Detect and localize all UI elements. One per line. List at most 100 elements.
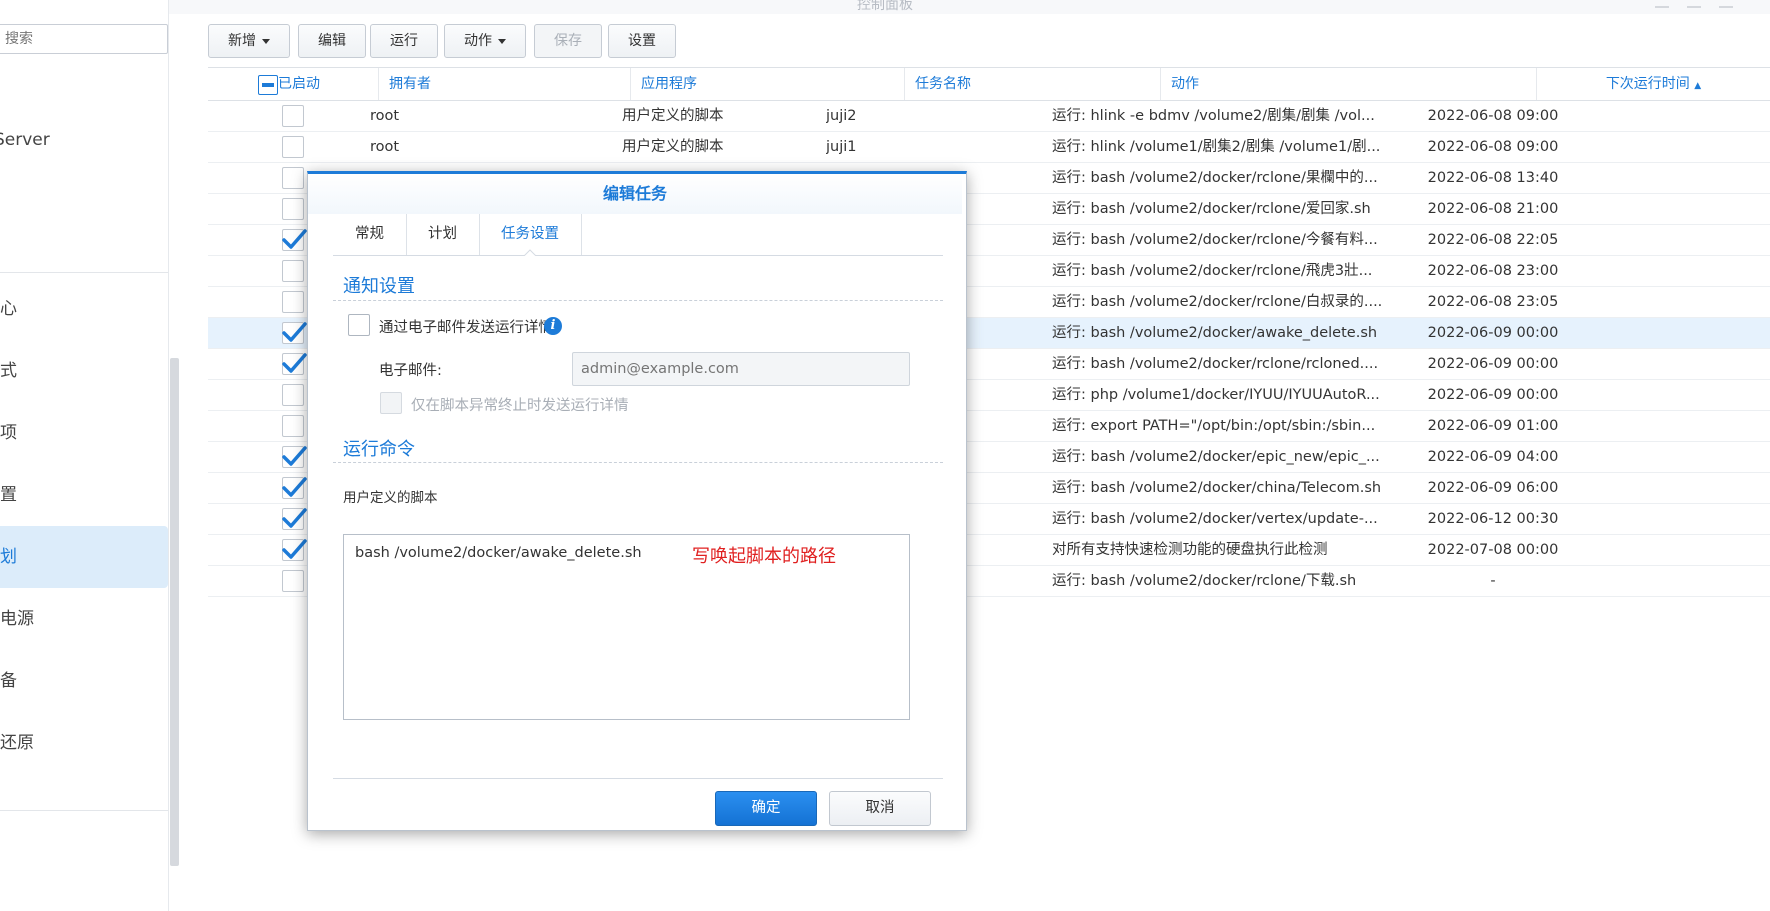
checkmark-icon — [282, 446, 307, 466]
enabled-checkbox[interactable] — [282, 508, 307, 530]
next-run-cell: 2022-06-09 00:00 — [1427, 387, 1559, 403]
next-run-cell: 2022-06-08 22:05 — [1427, 232, 1559, 248]
settings-button[interactable]: 设置 — [608, 24, 676, 58]
save-button[interactable]: 保存 — [534, 24, 602, 58]
action-button[interactable]: 动作 — [444, 24, 526, 58]
info-icon[interactable]: i — [544, 317, 562, 335]
enabled-checkbox[interactable] — [282, 446, 307, 468]
next-run-cell: 2022-06-12 00:30 — [1427, 511, 1559, 527]
tab-schedule[interactable]: 计划 — [406, 214, 480, 255]
add-button[interactable]: 新增 — [208, 24, 290, 58]
sidebar-divider — [0, 272, 168, 273]
sidebar-item-power[interactable]: 电源 — [0, 588, 168, 650]
next-run-cell: 2022-06-08 09:00 — [1427, 108, 1559, 124]
column-action[interactable]: 动作 — [1160, 68, 1536, 100]
sidebar-item-options[interactable]: 项 — [0, 402, 168, 464]
enabled-checkbox[interactable] — [282, 570, 304, 592]
enabled-checkbox[interactable] — [282, 229, 307, 251]
pin-icon[interactable] — [1655, 0, 1669, 8]
dialog-title: 编辑任务 — [308, 174, 962, 214]
enabled-checkbox[interactable] — [282, 136, 304, 158]
table-row[interactable]: root 用户定义的脚本 juji2 运行: hlink -e bdmv /volum… — [208, 101, 1770, 132]
chevron-down-icon — [498, 38, 506, 44]
send-email-checkbox[interactable] — [348, 314, 370, 336]
edit-button-label: 编辑 — [318, 33, 346, 49]
window-title: 控制面板 — [857, 0, 913, 13]
sidebar-item-label: 划 — [0, 547, 17, 567]
enabled-checkbox[interactable] — [282, 260, 304, 282]
checkmark-icon — [282, 229, 307, 249]
column-next-run-label: 下次运行时间 — [1605, 76, 1690, 92]
owner-cell: root — [370, 139, 400, 155]
next-run-cell: 2022-07-08 00:00 — [1427, 542, 1559, 558]
next-run-cell: - — [1490, 573, 1496, 589]
enabled-checkbox[interactable] — [282, 477, 307, 499]
sidebar-scrollbar[interactable] — [170, 358, 179, 866]
search-box[interactable] — [0, 24, 168, 54]
column-task-name[interactable]: 任务名称 — [904, 68, 1160, 100]
sidebar-item-2[interactable] — [0, 171, 168, 233]
sidebar-item-label: 心 — [0, 299, 17, 319]
enabled-checkbox[interactable] — [282, 415, 304, 437]
command-section-title: 运行命令 — [343, 439, 415, 460]
add-button-label: 新增 — [228, 33, 256, 49]
notify-section-title: 通知设置 — [343, 276, 415, 297]
sidebar-item-label: Server — [0, 130, 50, 150]
checkmark-icon — [282, 477, 307, 497]
enabled-checkbox[interactable] — [282, 322, 307, 344]
cancel-button[interactable]: 取消 — [829, 791, 931, 826]
checkmark-icon — [282, 353, 307, 373]
dialog-footer-divider — [333, 778, 943, 779]
column-next-run[interactable]: 下次运行时间 ▲ — [1536, 68, 1770, 100]
window-titlebar: 控制面板 — [0, 0, 1770, 14]
next-run-cell: 2022-06-09 00:00 — [1427, 325, 1559, 341]
sidebar-item-mode[interactable]: 式 — [0, 340, 168, 402]
column-enabled[interactable]: 已启动 — [278, 68, 378, 100]
dialog-tabs: 常规 计划 任务设置 — [333, 214, 943, 256]
ok-button[interactable]: 确定 — [715, 791, 817, 826]
maximize-icon[interactable] — [1719, 0, 1733, 8]
table-row[interactable]: root 用户定义的脚本 juji1 运行: hlink /volume1/剧集2/剧… — [208, 132, 1770, 163]
chevron-down-icon — [262, 38, 270, 44]
enabled-checkbox[interactable] — [282, 198, 304, 220]
sidebar-item-label: 置 — [0, 485, 17, 505]
enabled-checkbox[interactable] — [282, 167, 304, 189]
email-label: 电子邮件: — [379, 363, 442, 379]
sidebar-item-restore[interactable]: 还原 — [0, 712, 168, 774]
email-input[interactable] — [579, 353, 903, 385]
sidebar-item-settings[interactable]: 置 — [0, 464, 168, 526]
sidebar-item-server[interactable]: Server — [0, 109, 168, 171]
sidebar-item-label: 电源 — [0, 609, 34, 629]
enabled-checkbox[interactable] — [282, 291, 304, 313]
column-application[interactable]: 应用程序 — [630, 68, 904, 100]
sidebar-item-center[interactable]: 心 — [0, 278, 168, 340]
email-field[interactable] — [572, 352, 910, 386]
select-all-checkbox[interactable] — [258, 75, 278, 95]
active-tab-indicator-icon — [524, 249, 536, 256]
run-button[interactable]: 运行 — [370, 24, 438, 58]
script-textarea[interactable]: bash /volume2/docker/awake_delete.sh 写唤起… — [343, 534, 910, 720]
next-run-cell: 2022-06-08 23:05 — [1427, 294, 1559, 310]
search-input[interactable] — [3, 25, 157, 53]
minimize-icon[interactable] — [1687, 0, 1701, 8]
enabled-checkbox[interactable] — [282, 384, 304, 406]
sidebar-item-label: 备 — [0, 671, 17, 691]
next-run-cell: 2022-06-08 23:00 — [1427, 263, 1559, 279]
script-label: 用户定义的脚本 — [343, 490, 438, 506]
enabled-checkbox[interactable] — [282, 105, 304, 127]
enabled-checkbox[interactable] — [282, 353, 307, 375]
sidebar: Server 心 式 项 置 划 电源 备 还原 — [0, 0, 169, 911]
column-owner[interactable]: 拥有者 — [378, 68, 630, 100]
only-abnormal-label: 仅在脚本异常终止时发送运行详情 — [411, 398, 629, 414]
checkmark-icon — [282, 539, 307, 559]
sidebar-item-task-scheduler[interactable]: 划 — [0, 526, 168, 588]
tab-general[interactable]: 常规 — [333, 214, 407, 255]
sidebar-divider — [0, 810, 168, 811]
next-run-cell: 2022-06-09 06:00 — [1427, 480, 1559, 496]
edit-task-dialog: 编辑任务 常规 计划 任务设置 通知设置 通过电子邮件发送运行详情 i 电子邮件… — [307, 171, 967, 831]
sidebar-item-devices[interactable]: 备 — [0, 650, 168, 712]
edit-button[interactable]: 编辑 — [298, 24, 366, 58]
only-abnormal-checkbox[interactable] — [380, 392, 402, 414]
enabled-checkbox[interactable] — [282, 539, 307, 561]
checkmark-icon — [282, 508, 307, 528]
